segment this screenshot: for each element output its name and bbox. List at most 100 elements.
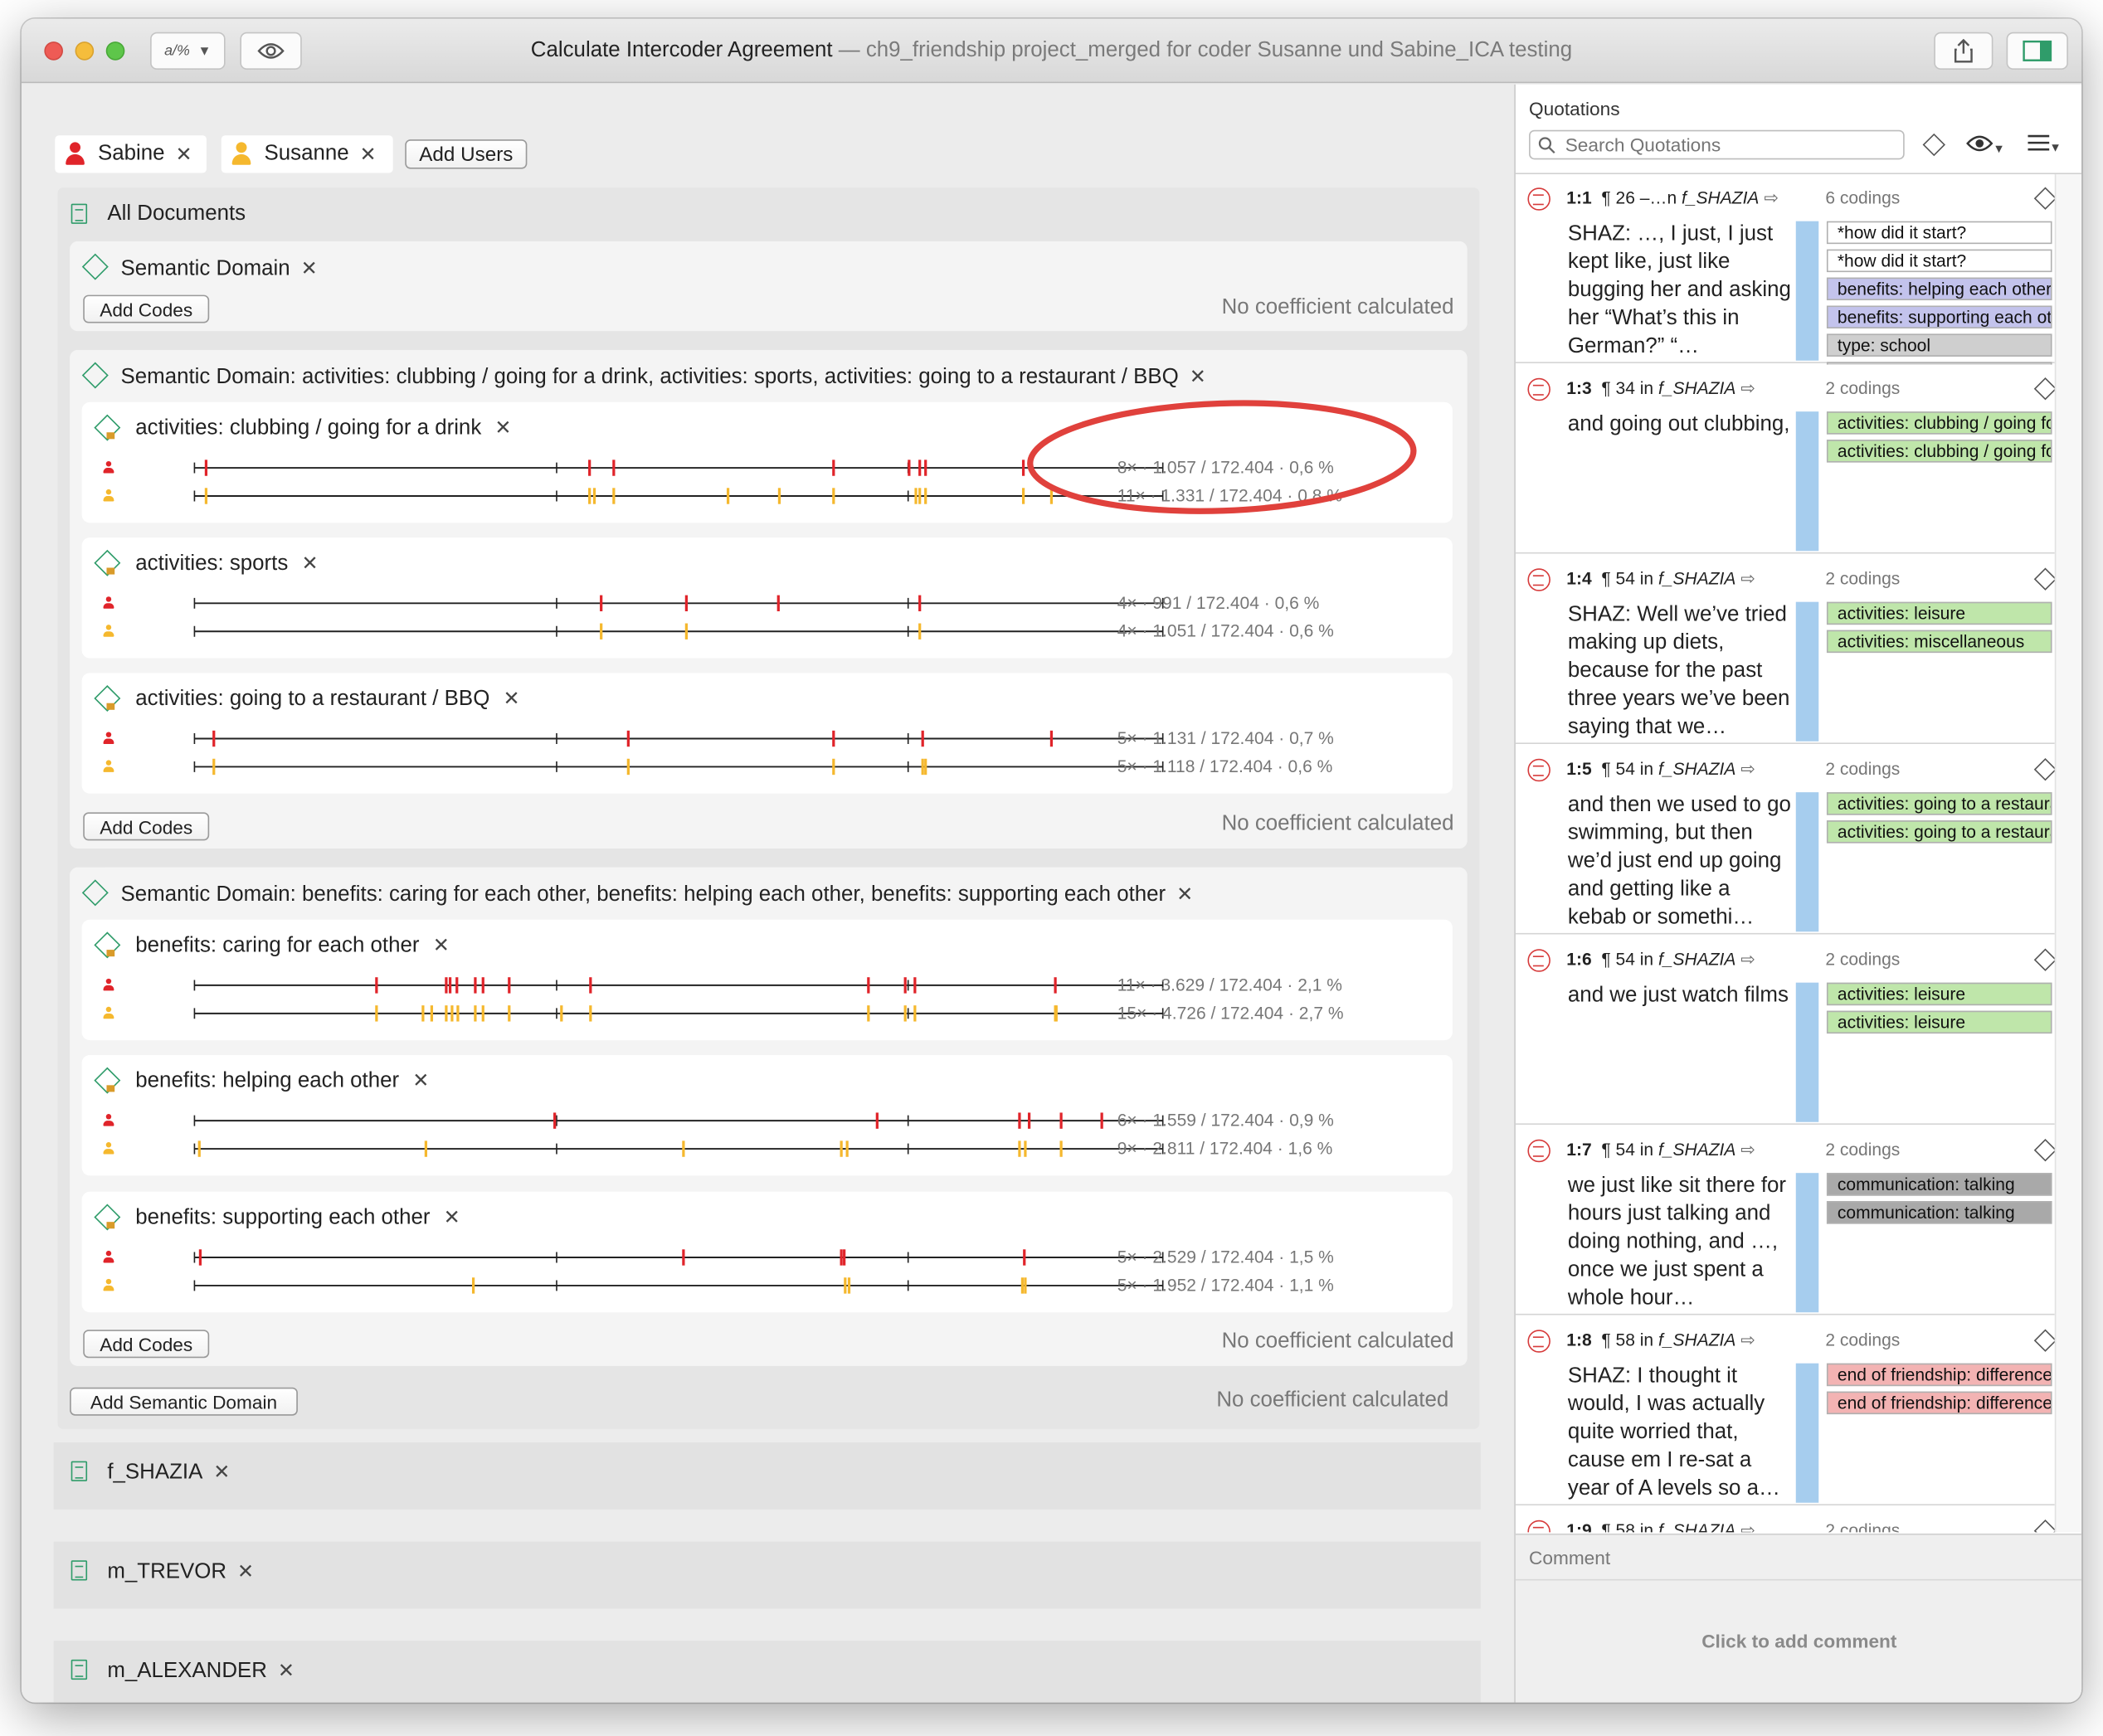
semantic-domain-title: Semantic Domain ✕	[120, 257, 318, 280]
code-tag[interactable]: communication: talking	[1826, 1173, 2052, 1196]
user-name: Sabine	[98, 142, 165, 165]
add-comment-area[interactable]: Click to add comment	[1516, 1630, 2081, 1651]
list-icon	[2028, 134, 2050, 151]
sidebar-icon	[2023, 40, 2052, 61]
quotation-item[interactable]: 1:6 ¶ 54 in f_SHAZIA ⇨ 2 codings and we ju…	[1515, 936, 2055, 1125]
remove-code-icon[interactable]: ✕	[503, 688, 519, 710]
code-diamond-icon[interactable]	[2033, 377, 2055, 401]
quotation-item[interactable]: 1:4 ¶ 54 in f_SHAZIA ⇨ 2 codings SHAZ: Wel…	[1515, 555, 2055, 744]
remove-domain-icon[interactable]: ✕	[301, 257, 318, 280]
go-to-icon[interactable]: ⇨	[1740, 759, 1755, 779]
remove-user-icon[interactable]: ✕	[360, 142, 377, 166]
code-diamond-icon[interactable]	[2033, 757, 2055, 781]
coding-mark	[903, 1005, 907, 1022]
add-users-button[interactable]: Add Users	[405, 139, 528, 169]
remove-code-icon[interactable]: ✕	[301, 552, 318, 575]
sidebar-toggle-button[interactable]	[2006, 32, 2068, 71]
code-tag[interactable]: benefits: helping each other	[1826, 277, 2052, 301]
list-options-button[interactable]: ▼	[2028, 134, 2062, 156]
code-tag[interactable]: *how did it start?	[1826, 249, 2052, 273]
coding-mark	[867, 977, 870, 994]
code-tag[interactable]: end of friendship: differences	[1826, 1363, 2052, 1387]
remove-document-icon[interactable]: ✕	[237, 1560, 254, 1583]
quotation-item[interactable]: 1:5 ¶ 54 in f_SHAZIA ⇨ 2 codings and then …	[1515, 745, 2055, 935]
view-options-button[interactable]: ▼	[1966, 134, 2005, 157]
quotation-id: 1:6 ¶ 54 in f_SHAZIA ⇨	[1566, 949, 1755, 970]
coding-mark	[1027, 1112, 1031, 1129]
code-tag[interactable]: activities: going to a restaurant / BBQ	[1826, 792, 2052, 815]
go-to-icon[interactable]: ⇨	[1740, 949, 1755, 969]
code-tag[interactable]: activities: clubbing / going for a drink	[1826, 411, 2052, 435]
code-diamond-icon[interactable]	[2033, 1329, 2055, 1352]
codings-count: 2 codings	[1825, 377, 1901, 399]
coding-mark	[430, 1005, 434, 1022]
scrollbar[interactable]	[2054, 174, 2082, 1533]
code-tag[interactable]: benefits: supporting each other	[1826, 305, 2052, 328]
code-tag[interactable]: activities: miscellaneous	[1826, 630, 2052, 654]
remove-domain-icon[interactable]: ✕	[1176, 883, 1193, 906]
code-tag[interactable]: activities: leisure	[1826, 601, 2052, 625]
quotation-item[interactable]: 1:7 ¶ 54 in f_SHAZIA ⇨ 2 codings we just l…	[1515, 1126, 2055, 1315]
code-icon	[94, 931, 121, 959]
add-codes-button[interactable]: Add Codes	[83, 1330, 210, 1359]
coding-mark	[840, 1249, 843, 1266]
go-to-icon[interactable]: ⇨	[1740, 1140, 1755, 1160]
remove-document-icon[interactable]: ✕	[278, 1660, 295, 1682]
remove-code-icon[interactable]: ✕	[494, 417, 511, 440]
quotation-item[interactable]: 1:8 ¶ 58 in f_SHAZIA ⇨ 2 codings SHAZ: I t…	[1515, 1316, 2055, 1505]
coding-mark	[1024, 1140, 1027, 1157]
quotation-item[interactable]: 1:9 ¶ 58 in f_SHAZIA ⇨ 2 codings	[1515, 1506, 2055, 1533]
coding-mark	[1024, 1277, 1027, 1294]
remove-document-icon[interactable]: ✕	[213, 1461, 230, 1484]
code-tag[interactable]: communication: talking	[1826, 1201, 2052, 1224]
search-input[interactable]	[1565, 133, 1887, 158]
coder-icon	[103, 1114, 114, 1127]
quotation-item[interactable]: 1:1 ¶ 26 –…n f_SHAZIA ⇨ 6 codings SHAZ: …,…	[1515, 174, 2055, 385]
code-tag[interactable]: activities: going to a restaurant / BBQ	[1826, 820, 2052, 844]
code-diamond-icon[interactable]	[2033, 1519, 2055, 1533]
remove-code-icon[interactable]: ✕	[412, 1070, 429, 1092]
document-row[interactable]: m_TREVOR ✕	[53, 1541, 1481, 1609]
remove-code-icon[interactable]: ✕	[444, 1207, 460, 1229]
code-tag[interactable]: type: school	[1826, 333, 2052, 357]
code-diamond-icon[interactable]	[2033, 1138, 2055, 1162]
code-tag[interactable]: activities: clubbing / going for a drink	[1826, 440, 2052, 463]
code-name: activities: clubbing / going for a drink…	[135, 416, 511, 441]
code-filter-icon[interactable]	[1922, 133, 1945, 157]
coding-mark	[448, 977, 452, 994]
code-tag[interactable]: activities: leisure	[1826, 1010, 2052, 1034]
go-to-icon[interactable]: ⇨	[1740, 1520, 1755, 1533]
code-tag[interactable]: end of friendship: differences	[1826, 1391, 2052, 1415]
remove-domain-icon[interactable]: ✕	[1190, 366, 1206, 388]
quotation-item[interactable]: 1:3 ¶ 34 in f_SHAZIA ⇨ 2 codings and goin…	[1515, 364, 2055, 554]
search-field[interactable]	[1529, 129, 1905, 160]
go-to-icon[interactable]: ⇨	[1764, 187, 1779, 207]
add-semantic-domain-button[interactable]: Add Semantic Domain	[70, 1387, 298, 1416]
add-codes-button[interactable]: Add Codes	[83, 812, 210, 841]
semantic-domain-title: Semantic Domain: benefits: caring for ea…	[120, 883, 1194, 907]
document-row[interactable]: f_SHAZIA ✕	[53, 1442, 1481, 1510]
window-title-main: Calculate Intercoder Agreement	[530, 38, 833, 62]
quotations-pane: Quotations ▼ ▼ 1:1 ¶ 26 –…n f_SHAZIA ⇨ 6 …	[1514, 84, 2082, 1703]
document-row[interactable]: m_ALEXANDER ✕	[53, 1641, 1481, 1703]
coding-mark	[456, 1005, 460, 1022]
eye-icon	[1966, 135, 1993, 152]
go-to-icon[interactable]: ⇨	[1740, 568, 1755, 588]
comment-label: Comment	[1529, 1547, 1611, 1568]
go-to-icon[interactable]: ⇨	[1740, 1330, 1755, 1349]
code-diamond-icon[interactable]	[2033, 187, 2055, 210]
remove-code-icon[interactable]: ✕	[433, 934, 450, 956]
coding-mark	[924, 758, 927, 776]
share-button[interactable]	[1934, 32, 1993, 71]
agreement-pane: Sabine ✕ Susanne ✕ Add Users All Documen…	[21, 84, 1513, 1703]
code-tag[interactable]: *how did it start?	[1826, 221, 2052, 245]
add-codes-button[interactable]: Add Codes	[83, 294, 210, 323]
go-to-icon[interactable]: ⇨	[1740, 378, 1755, 398]
remove-user-icon[interactable]: ✕	[176, 142, 192, 166]
code-name-text: benefits: supporting each other	[135, 1206, 431, 1230]
code-tag[interactable]: activities: leisure	[1826, 982, 2052, 1006]
coding-mark	[726, 488, 730, 504]
coding-mark	[589, 1005, 592, 1022]
code-diamond-icon[interactable]	[2033, 948, 2055, 971]
code-diamond-icon[interactable]	[2033, 567, 2055, 591]
